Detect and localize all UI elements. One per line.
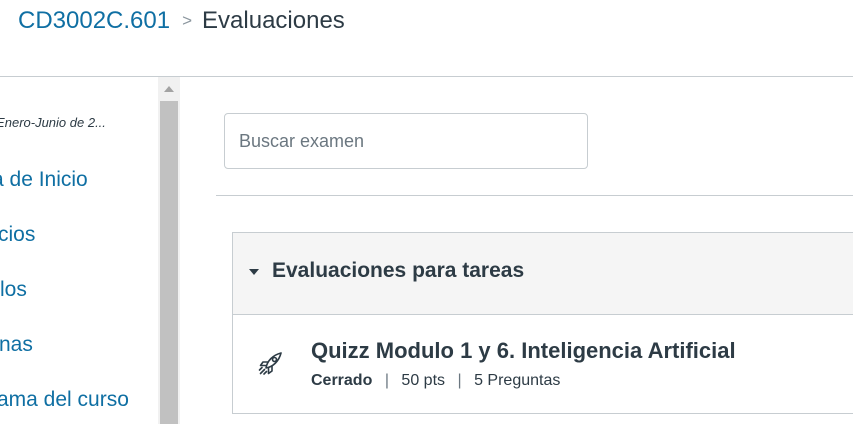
scrollbar-thumb[interactable] xyxy=(160,101,178,424)
meta-separator: | xyxy=(384,372,389,389)
meta-separator: | xyxy=(457,372,462,389)
quiz-status: Cerrado xyxy=(311,372,373,389)
page: CD3002C.601 > Evaluaciones ral Enero-Jun… xyxy=(0,0,853,424)
quiz-list-item[interactable]: Quizz Modulo 1 y 6. Inteligencia Artific… xyxy=(233,315,853,413)
search-quiz-input[interactable] xyxy=(224,113,588,169)
nav-item-modules[interactable]: los xyxy=(0,278,27,302)
nav-item-announcements[interactable]: cios xyxy=(0,223,35,247)
breadcrumb: CD3002C.601 > Evaluaciones xyxy=(18,6,345,36)
course-navigation: ral Enero-Junio de 2... a de Inicio cios… xyxy=(0,77,158,424)
course-term-label: ral Enero-Junio de 2... xyxy=(0,115,106,130)
breadcrumb-separator: > xyxy=(182,11,193,30)
quiz-group: Evaluaciones para tareas Quizz Modulo 1 … xyxy=(232,232,853,414)
sidebar-scrollbar[interactable] xyxy=(158,77,180,424)
content-divider xyxy=(216,195,853,196)
breadcrumb-current-page: Evaluaciones xyxy=(202,7,345,34)
quiz-question-count: 5 Preguntas xyxy=(474,372,561,389)
rocket-icon xyxy=(258,352,282,375)
quiz-title-link[interactable]: Quizz Modulo 1 y 6. Inteligencia Artific… xyxy=(311,338,736,364)
quiz-group-title: Evaluaciones para tareas xyxy=(272,259,525,282)
nav-item-pages[interactable]: nas xyxy=(0,333,33,357)
quiz-points: 50 pts xyxy=(401,372,446,389)
caret-down-icon[interactable] xyxy=(247,265,261,279)
breadcrumb-course-link[interactable]: CD3002C.601 xyxy=(18,7,170,35)
nav-item-syllabus[interactable]: ama del curso xyxy=(0,388,129,412)
scroll-up-arrow-icon[interactable] xyxy=(158,77,180,101)
quiz-meta: Cerrado | 50 pts | 5 Preguntas xyxy=(311,372,560,390)
nav-item-home[interactable]: a de Inicio xyxy=(0,168,88,192)
quiz-group-header[interactable]: Evaluaciones para tareas xyxy=(233,233,853,315)
